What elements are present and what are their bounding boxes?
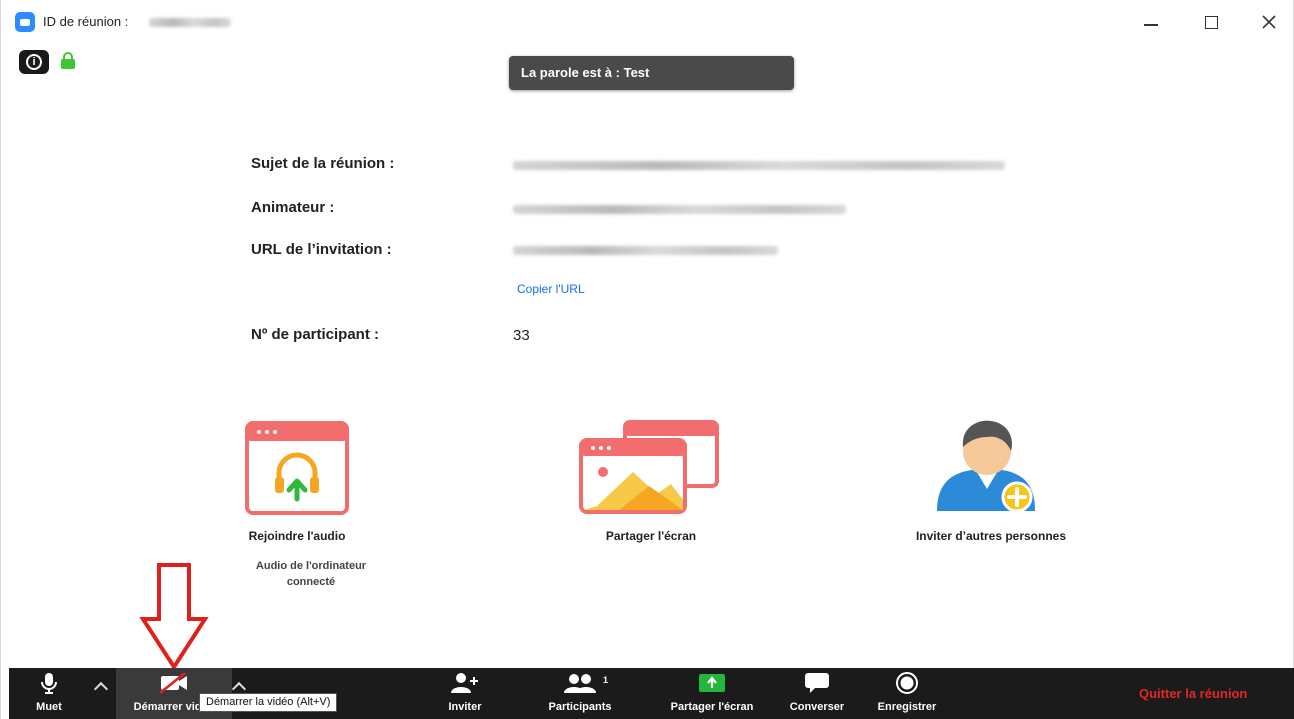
- microphone-icon: [41, 673, 57, 694]
- mute-button[interactable]: Muet: [19, 668, 79, 719]
- subject-label: Sujet de la réunion :: [251, 155, 395, 172]
- maximize-button[interactable]: [1191, 8, 1231, 36]
- start-video-tooltip: Démarrer la vidéo (Alt+V): [199, 693, 338, 712]
- copy-url-link[interactable]: Copier l'URL: [517, 282, 585, 296]
- participant-number-value: 33: [513, 327, 530, 344]
- record-label: Enregistrer: [877, 701, 937, 713]
- window-title: ID de réunion :: [43, 14, 129, 29]
- red-arrow-annotation-icon: [139, 563, 209, 671]
- meeting-id-redacted: [149, 18, 231, 27]
- mute-label: Muet: [36, 701, 62, 713]
- add-person-icon: [451, 673, 478, 693]
- invite-people-icon[interactable]: [931, 415, 1043, 515]
- record-icon: [896, 672, 918, 694]
- maximize-icon: [1204, 15, 1218, 29]
- encryption-lock-icon[interactable]: [61, 52, 75, 69]
- audio-options-caret-icon[interactable]: [93, 681, 109, 697]
- record-button[interactable]: Enregistrer: [867, 668, 947, 719]
- participants-button[interactable]: Participants: [537, 668, 623, 719]
- invite-label: Inviter: [448, 701, 482, 713]
- invite-button[interactable]: Inviter: [439, 668, 491, 719]
- invite-url-label: URL de l’invitation :: [251, 241, 392, 258]
- share-screen-label[interactable]: Partager l'écran: [571, 529, 731, 543]
- share-screen-arrow-icon: [699, 674, 725, 692]
- close-button[interactable]: [1249, 8, 1289, 36]
- share-screen-button[interactable]: Partager l'écran: [657, 668, 767, 719]
- participants-count-badge: 1: [603, 675, 609, 685]
- meeting-window: ID de réunion : i La parole est à : Test…: [0, 0, 1294, 719]
- info-icon: i: [26, 54, 42, 70]
- join-audio-sub-line2: connecté: [286, 576, 336, 588]
- host-value-redacted: [513, 205, 846, 214]
- minimize-button[interactable]: [1131, 8, 1171, 36]
- zoom-app-icon: [15, 12, 35, 32]
- share-screen-icon[interactable]: [579, 420, 721, 516]
- video-off-icon: [159, 672, 187, 694]
- participant-number-label: Nº de participant :: [251, 326, 379, 343]
- join-audio-icon[interactable]: [245, 421, 349, 515]
- invite-people-label[interactable]: Inviter d’autres personnes: [881, 529, 1101, 543]
- participants-label: Participants: [548, 701, 612, 713]
- chat-bubble-icon: [805, 673, 829, 693]
- invite-url-redacted: [513, 246, 778, 255]
- meeting-info-button[interactable]: i: [19, 50, 49, 74]
- subject-value-redacted: [513, 161, 1005, 170]
- chat-label: Converser: [789, 701, 845, 713]
- share-screen-toolbar-label: Partager l'écran: [670, 701, 754, 713]
- join-audio-sub-line1: Audio de l'ordinateur: [255, 560, 367, 572]
- close-icon: [1262, 15, 1276, 29]
- chat-button[interactable]: Converser: [781, 668, 853, 719]
- title-bar: ID de réunion :: [1, 0, 1294, 42]
- active-speaker-banner: La parole est à : Test: [509, 56, 794, 90]
- host-label: Animateur :: [251, 199, 335, 216]
- minimize-icon: [1144, 24, 1158, 26]
- join-audio-label[interactable]: Rejoindre l'audio: [227, 529, 367, 543]
- participants-icon: [564, 674, 596, 693]
- leave-meeting-button[interactable]: Quitter la réunion: [1139, 686, 1247, 701]
